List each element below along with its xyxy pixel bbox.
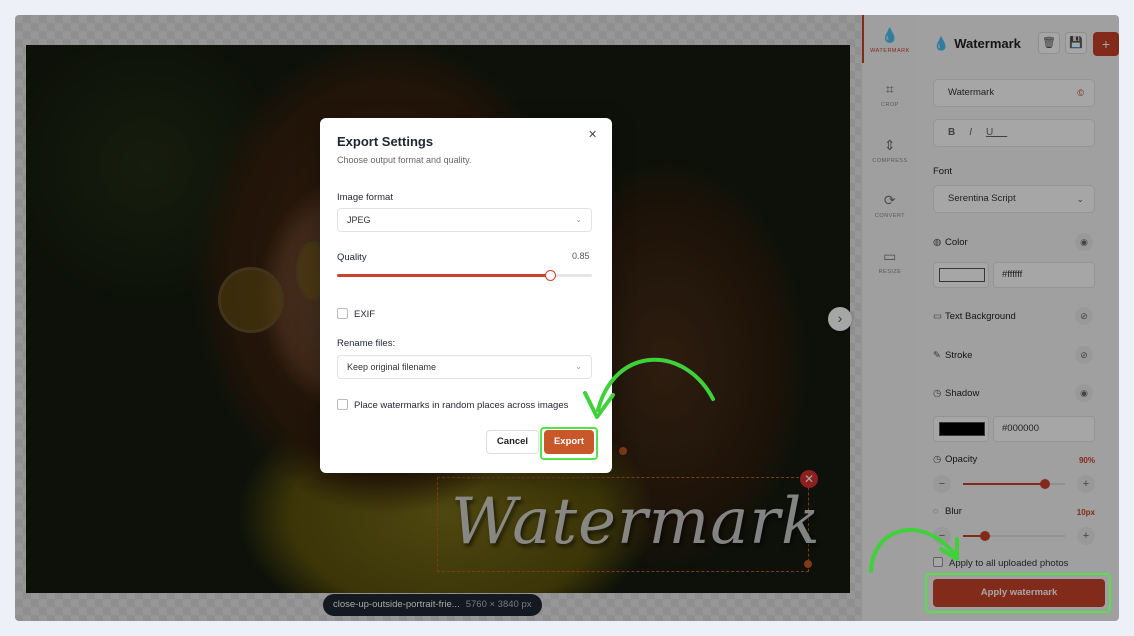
quality-slider[interactable] xyxy=(337,270,592,281)
dialog-subtitle: Choose output format and quality. xyxy=(337,155,472,165)
cancel-button[interactable]: Cancel xyxy=(486,430,539,454)
random-placement-label: Place watermarks in random places across… xyxy=(354,400,569,411)
quality-value: 0.85 xyxy=(572,251,590,261)
image-format-label: Image format xyxy=(337,192,393,203)
export-settings-dialog: Export Settings Choose output format and… xyxy=(320,118,612,473)
dialog-title: Export Settings xyxy=(337,134,434,149)
export-button-highlight xyxy=(540,427,598,460)
rename-files-label: Rename files: xyxy=(337,338,396,349)
exif-checkbox[interactable]: EXIF xyxy=(337,308,375,320)
app-window: Watermark ✕ › close-up-outside-portrait-… xyxy=(15,15,1119,621)
chevron-down-icon: ⌄ xyxy=(575,215,582,224)
chevron-down-icon: ⌄ xyxy=(575,362,582,371)
random-placement-checkbox[interactable]: Place watermarks in random places across… xyxy=(337,399,568,411)
apply-button-highlight xyxy=(925,573,1111,613)
rename-files-value: Keep original filename xyxy=(347,362,437,372)
exif-label: EXIF xyxy=(354,309,376,320)
image-format-value: JPEG xyxy=(347,215,371,225)
rename-files-select[interactable]: Keep original filename ⌄ xyxy=(337,355,592,379)
image-format-select[interactable]: JPEG ⌄ xyxy=(337,208,592,232)
quality-label: Quality xyxy=(337,252,367,263)
close-icon[interactable]: ✕ xyxy=(588,128,597,141)
quality-thumb[interactable] xyxy=(544,270,556,281)
